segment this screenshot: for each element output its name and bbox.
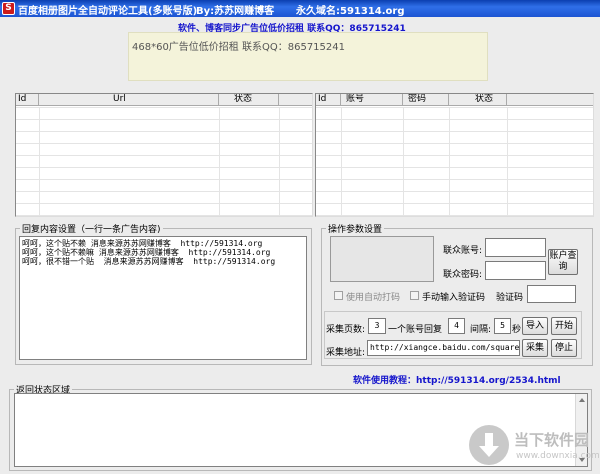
ad-banner-text: 468*60广告位低价招租 联系QQ：865715241 <box>132 42 345 53</box>
scroll-up-icon[interactable] <box>579 398 585 402</box>
url-col-id[interactable]: Id <box>16 94 39 105</box>
reply-settings-legend: 回复内容设置（一行一条广告内容) <box>22 225 161 235</box>
captcha-input[interactable] <box>527 285 576 303</box>
author-label: By:苏苏网赚博客 <box>196 6 275 17</box>
watermark-url: www.downxia.com <box>516 451 600 461</box>
account-label: 联众账号: <box>443 246 483 256</box>
account-col-status[interactable]: 状态 <box>449 94 507 105</box>
account-col-divider <box>507 107 508 216</box>
import-button[interactable]: 导入 <box>522 317 548 335</box>
stop-button[interactable]: 停止 <box>551 339 577 357</box>
url-table-header: Id Url 状态 <box>16 94 312 106</box>
account-table[interactable]: Id 账号 密码 状态 <box>315 93 594 217</box>
password-label: 联众密码: <box>443 270 483 280</box>
auto-captcha-checkbox[interactable] <box>334 291 343 300</box>
reply-content-textarea[interactable]: 呵呵，这个贴不赖 消息来源苏苏网赚博客 http://591314.org 呵呵… <box>19 236 307 360</box>
manual-captcha-checkbox[interactable] <box>410 291 419 300</box>
url-col-status[interactable]: 状态 <box>219 94 279 105</box>
window-title: 百度相册图片全自动评论工具(多账号版) <box>18 6 198 17</box>
auto-captcha-label: 使用自动打码 <box>346 293 401 303</box>
url-col-url[interactable]: Url <box>39 94 219 105</box>
title-bar[interactable]: S 百度相册图片全自动评论工具(多账号版) By:苏苏网赚博客 永久域名:591… <box>0 0 600 17</box>
account-query-button[interactable]: 账户查询 <box>548 249 578 275</box>
account-col-divider <box>449 107 450 216</box>
account-input[interactable] <box>485 238 546 257</box>
address-label: 采集地址: <box>326 348 366 358</box>
domain-label: 永久域名:591314.org <box>296 6 405 17</box>
account-col-username[interactable]: 账号 <box>341 94 403 105</box>
pages-input[interactable]: 3 <box>368 318 386 334</box>
interval-input[interactable]: 5 <box>494 318 511 334</box>
url-col-divider <box>219 107 220 216</box>
account-col-divider <box>403 107 404 216</box>
account-table-rows <box>316 107 593 216</box>
interval-label: 间隔: <box>470 325 492 335</box>
manual-captcha-label: 手动输入验证码 <box>422 293 486 303</box>
account-col-password[interactable]: 密码 <box>403 94 449 105</box>
seconds-label: 秒 <box>512 325 522 335</box>
start-button[interactable]: 开始 <box>551 317 577 335</box>
watermark-logo-icon <box>469 425 509 465</box>
per-account-label: 一个账号回复 <box>388 325 443 335</box>
pages-label: 采集页数: <box>326 325 366 335</box>
account-table-header: Id 账号 密码 状态 <box>316 94 593 106</box>
url-col-divider <box>39 107 40 216</box>
collect-button[interactable]: 采集 <box>522 339 548 357</box>
captcha-image-box <box>330 236 434 282</box>
watermark-name: 当下软件园 <box>514 431 590 449</box>
url-table[interactable]: Id Url 状态 <box>15 93 313 217</box>
account-col-divider <box>341 107 342 216</box>
captcha-label: 验证码 <box>496 293 524 303</box>
ad-banner[interactable]: 468*60广告位低价招租 联系QQ：865715241 <box>128 32 488 81</box>
url-col-divider <box>279 107 280 216</box>
account-col-id[interactable]: Id <box>316 94 341 105</box>
password-input[interactable] <box>485 261 546 280</box>
url-table-rows <box>16 107 312 216</box>
params-legend: 操作参数设置 <box>328 225 383 235</box>
address-input[interactable]: http://xiangce.baidu.com/square/2 <box>367 340 520 356</box>
app-icon: S <box>2 2 15 15</box>
per-account-input[interactable]: 4 <box>448 318 465 334</box>
